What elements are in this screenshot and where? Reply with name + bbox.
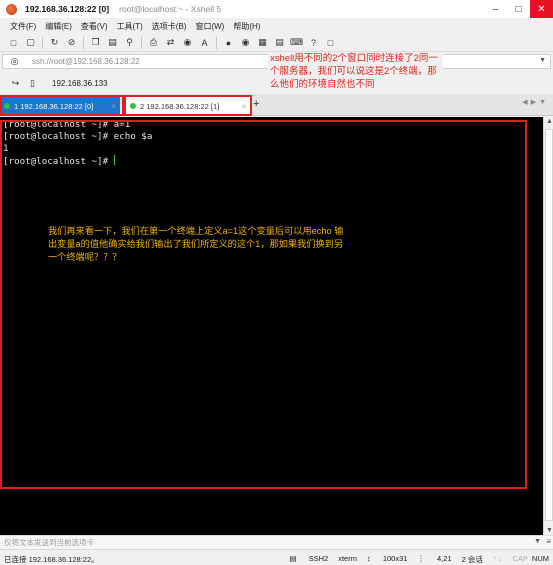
connection-status: 已连接 192.168.36.128:22。 xyxy=(4,555,99,564)
cursor-position-status: ⋮ 4,21 xyxy=(417,554,452,563)
compose-input[interactable]: 仅将文本发送到当前选项卡 xyxy=(4,537,94,548)
copy-icon[interactable]: ❐ xyxy=(90,37,101,48)
num-lock-status: NUM xyxy=(531,554,549,563)
tab-1-highlight-box xyxy=(0,95,124,116)
globe-icon[interactable]: ◉ xyxy=(182,37,193,48)
disconnect-icon[interactable]: ⊘ xyxy=(66,37,77,48)
transfer-icon[interactable]: ⇄ xyxy=(165,37,176,48)
window-controls: – □ ✕ xyxy=(484,0,553,18)
window-title: 192.168.36.128:22 [0] xyxy=(25,4,110,14)
status-bar: 已连接 192.168.36.128:22。 ▤ SSH2 xterm ↕ 10… xyxy=(0,549,553,565)
toolbar-separator xyxy=(42,36,43,49)
terminal-scrollbar[interactable]: ▲ ▼ xyxy=(543,117,553,535)
chevron-down-icon[interactable]: ▼ xyxy=(539,57,546,64)
cursor-value: 4,21 xyxy=(437,554,452,563)
window-subtitle: root@localhost:~ - Xshell 5 xyxy=(119,4,222,14)
tunnel-icon[interactable]: ◉ xyxy=(240,37,251,48)
menu-lines-icon[interactable]: ≡ xyxy=(546,537,551,546)
close-button[interactable]: ✕ xyxy=(530,0,553,18)
help-icon[interactable]: ? xyxy=(308,37,319,48)
minimize-button[interactable]: – xyxy=(484,0,507,18)
menu-tabs[interactable]: 选项卡(B) xyxy=(152,21,187,32)
terminal-highlight-box xyxy=(0,120,527,489)
compose-bar[interactable]: 仅将文本发送到当前选项卡 ▼ ≡ xyxy=(0,535,553,549)
toolbar-separator xyxy=(83,36,84,49)
menu-bar: 文件(F) 编辑(E) 查看(V) 工具(T) 选项卡(B) 窗口(W) 帮助(… xyxy=(0,18,553,34)
chat-icon[interactable]: □ xyxy=(325,37,336,48)
open-folder-icon[interactable]: ▢ xyxy=(25,37,36,48)
protocol-value: SSH2 xyxy=(308,554,329,563)
xshell-app-icon xyxy=(6,3,17,15)
toolbar: □ ▢ ↻ ⊘ ❐ ▤ ⚲ ⎙ ⇄ ◉ A ● ◉ ▦ ▤ ⌨ ? □ xyxy=(0,34,553,52)
add-tab-icon[interactable]: + xyxy=(253,98,259,110)
xftp-icon[interactable]: ● xyxy=(223,37,234,48)
size-value: 100x31 xyxy=(382,554,408,563)
paste-icon[interactable]: ▤ xyxy=(107,37,118,48)
menu-file[interactable]: 文件(F) xyxy=(10,21,36,32)
terminal-size-status: ↕ 100x31 xyxy=(366,554,408,563)
menu-edit[interactable]: 编辑(E) xyxy=(45,21,72,32)
keyboard-icon[interactable]: ⌨ xyxy=(290,37,303,48)
terminal-type-status: xterm xyxy=(338,554,357,563)
new-session-icon[interactable]: □ xyxy=(8,37,19,48)
scroll-down-icon[interactable]: ▼ xyxy=(546,527,553,534)
title-bar: 192.168.36.128:22 [0] root@localhost:~ -… xyxy=(0,0,553,18)
menu-window[interactable]: 窗口(W) xyxy=(195,21,224,32)
tab-2-highlight-box xyxy=(124,95,252,116)
chevron-down-icon[interactable]: ▼ xyxy=(534,538,541,545)
menu-view[interactable]: 查看(V) xyxy=(81,21,108,32)
fullscreen-icon[interactable]: ▦ xyxy=(257,37,268,48)
connect-icon[interactable]: ↻ xyxy=(49,37,60,48)
toolbar-separator xyxy=(216,36,217,49)
session-link[interactable]: 192.168.36.133 xyxy=(52,79,108,88)
find-icon[interactable]: ⚲ xyxy=(124,37,135,48)
bookmark-icon[interactable]: ▯ xyxy=(27,78,38,89)
menu-tools[interactable]: 工具(T) xyxy=(117,21,143,32)
maximize-button[interactable]: □ xyxy=(507,0,530,18)
address-text: ssh://root@192.168.36.128:22 xyxy=(32,57,140,66)
protocol-status: ▤ SSH2 xyxy=(289,554,329,563)
session-arrow-icon[interactable]: ↪ xyxy=(10,78,21,89)
print-icon[interactable]: ⎙ xyxy=(148,37,159,48)
scroll-thumb[interactable] xyxy=(545,129,553,521)
lock-address-icon: ◎ xyxy=(10,56,19,66)
sessions-status: 2 会话 xyxy=(461,555,483,564)
caps-lock-status: CAP xyxy=(512,554,528,563)
tab-nav-arrows[interactable]: ◀▶▼ xyxy=(522,98,549,106)
scroll-up-icon[interactable]: ▲ xyxy=(546,118,553,125)
font-icon[interactable]: A xyxy=(199,37,210,48)
status-right-group: ▤ SSH2 xterm ↕ 100x31 ⋮ 4,21 2 会话 ↑ ↓ CA… xyxy=(279,554,549,565)
menu-help[interactable]: 帮助(H) xyxy=(233,21,260,32)
annotation-note: xshell用不同的2个窗口同时连接了2同一个服务器，我们可以说这是2个终端，那… xyxy=(268,52,443,91)
transfer-arrows-icon: ↑ ↓ xyxy=(492,554,503,563)
toolbar-separator xyxy=(141,36,142,49)
lock-icon[interactable]: ▤ xyxy=(274,37,285,48)
